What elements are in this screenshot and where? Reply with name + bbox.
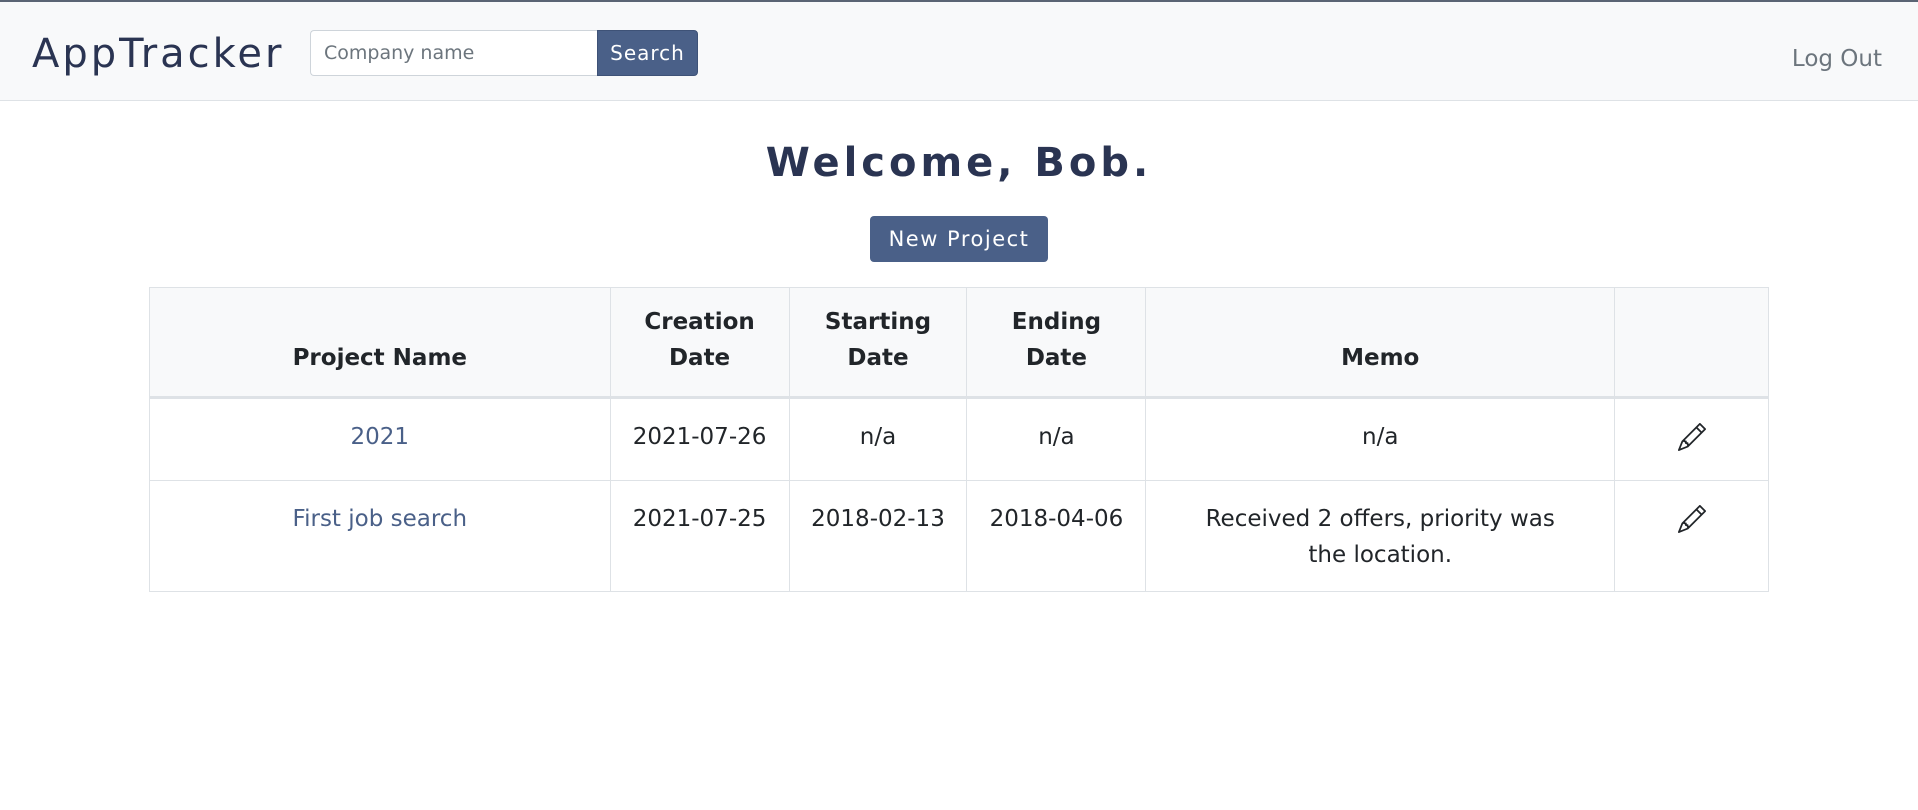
cell-actions bbox=[1614, 397, 1769, 481]
logout-link[interactable]: Log Out bbox=[1792, 46, 1882, 72]
welcome-heading: Welcome, Bob. bbox=[765, 140, 1153, 186]
cell-memo: n/a bbox=[1145, 397, 1616, 481]
company-search-input[interactable] bbox=[310, 30, 597, 76]
projects-table: Project Name Creation Date Starting Date… bbox=[149, 287, 1769, 592]
col-header-ending-date: Ending Date bbox=[966, 287, 1147, 399]
pencil-icon[interactable] bbox=[1677, 505, 1706, 533]
app-brand[interactable]: AppTracker bbox=[32, 30, 284, 78]
search-form: Search bbox=[310, 30, 698, 76]
new-project-button[interactable]: New Project bbox=[870, 216, 1048, 262]
cell-ending-date: 2018-04-06 bbox=[966, 480, 1147, 592]
table-row: First job search 2021-07-25 2018-02-13 2… bbox=[149, 480, 1769, 592]
col-header-actions bbox=[1614, 287, 1769, 399]
col-header-project-name: Project Name bbox=[149, 287, 611, 399]
col-header-starting-date: Starting Date bbox=[788, 287, 968, 399]
cell-creation-date: 2021-07-26 bbox=[609, 397, 790, 481]
cell-starting-date: n/a bbox=[788, 397, 968, 481]
col-header-memo: Memo bbox=[1145, 287, 1616, 399]
col-header-creation-date: Creation Date bbox=[609, 287, 790, 399]
navbar: AppTracker Search Log Out bbox=[0, 2, 1918, 101]
table-row: 2021 2021-07-26 n/a n/a n/a bbox=[149, 397, 1769, 481]
cell-project-name: First job search bbox=[149, 480, 611, 592]
cell-starting-date: 2018-02-13 bbox=[788, 480, 968, 592]
cell-ending-date: n/a bbox=[966, 397, 1147, 481]
table-header-row: Project Name Creation Date Starting Date… bbox=[149, 287, 1769, 399]
cell-memo: Received 2 offers, priority was the loca… bbox=[1145, 480, 1616, 592]
project-link[interactable]: First job search bbox=[293, 506, 468, 532]
table-header: Project Name Creation Date Starting Date… bbox=[149, 287, 1769, 399]
pencil-icon[interactable] bbox=[1677, 423, 1706, 451]
project-link[interactable]: 2021 bbox=[351, 424, 410, 450]
search-button[interactable]: Search bbox=[597, 30, 698, 76]
cell-actions bbox=[1614, 480, 1769, 592]
table-body: 2021 2021-07-26 n/a n/a n/a First job se… bbox=[149, 397, 1769, 592]
cell-project-name: 2021 bbox=[149, 397, 611, 481]
cell-creation-date: 2021-07-25 bbox=[609, 480, 790, 592]
